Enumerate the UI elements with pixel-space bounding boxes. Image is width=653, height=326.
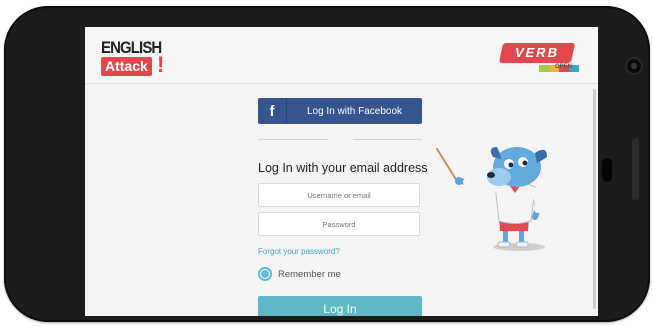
logo-line2: Attack (101, 57, 152, 76)
verb-logo-text: VERB (498, 43, 576, 63)
app-header: ENGLISH Attack ! VERB OPEN (85, 27, 598, 84)
phone-frame: ENGLISH Attack ! VERB OPEN f Log In with… (4, 6, 650, 322)
home-slot (602, 158, 612, 182)
logo-line1: ENGLISH (101, 38, 162, 57)
forgot-password-link[interactable]: Forgot your password? (258, 247, 340, 256)
side-button (632, 138, 639, 200)
facebook-login-button[interactable]: f Log In with Facebook (258, 98, 422, 124)
divider-right (353, 139, 422, 140)
app-screen: ENGLISH Attack ! VERB OPEN f Log In with… (85, 27, 598, 316)
verb-logo-sub: OPEN (555, 64, 573, 70)
divider-left (258, 139, 328, 140)
radio-checked-icon[interactable] (258, 267, 272, 281)
facebook-icon: f (258, 98, 287, 124)
facebook-login-label: Log In with Facebook (306, 105, 403, 117)
password-field[interactable] (258, 212, 420, 236)
remember-me-label: Remember me (278, 268, 341, 280)
login-button[interactable]: Log In (258, 296, 422, 316)
email-login-title: Log In with your email address (258, 161, 428, 175)
remember-me-toggle[interactable]: Remember me (258, 267, 341, 281)
verb-logo: VERB OPEN (498, 43, 579, 75)
logo-mark: ! (157, 52, 165, 77)
scrollbar[interactable] (593, 89, 596, 309)
username-field[interactable] (258, 183, 420, 207)
mascot-illustration (436, 147, 547, 251)
english-attack-logo[interactable]: ENGLISH Attack ! (101, 36, 165, 78)
front-camera (627, 59, 641, 73)
